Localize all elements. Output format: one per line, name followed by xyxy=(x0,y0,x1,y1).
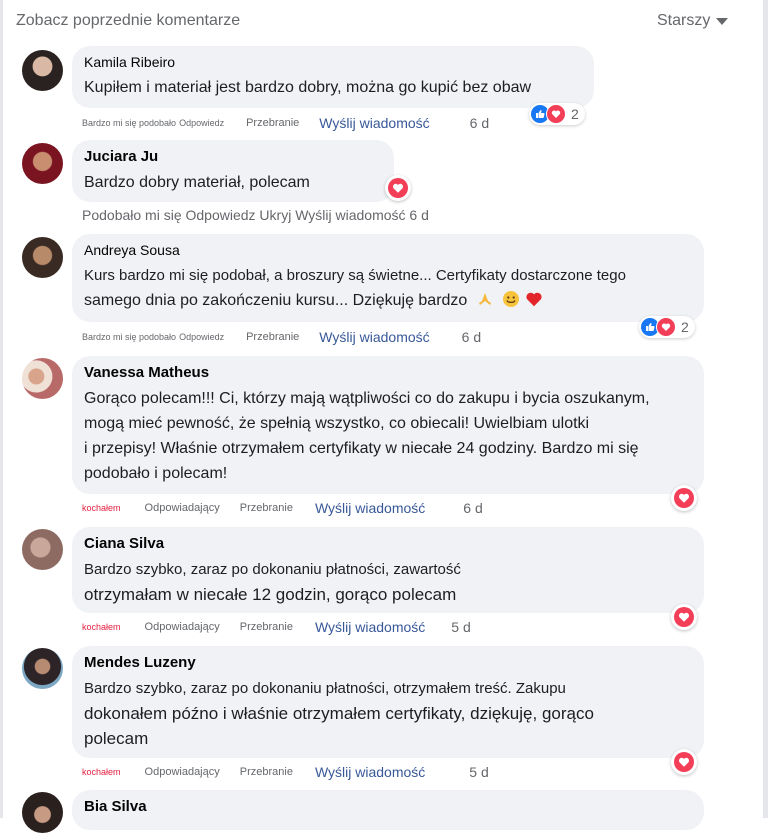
comment-text: mogą mieć pewność, że spełnią wszystko, … xyxy=(84,415,590,432)
comment-author[interactable]: Bia Silva xyxy=(84,798,692,815)
like-action[interactable]: kochałem xyxy=(82,622,121,632)
comment-text: Bardzo dobry materiał, polecam xyxy=(84,174,310,191)
sort-dropdown[interactable]: Starszy xyxy=(657,12,729,30)
reactions-summary[interactable]: 2 xyxy=(639,316,695,338)
reply-action[interactable]: Odpowiedz xyxy=(179,118,224,128)
comment-text: Gorąco polecam!!! Ci, którzy mają wątpli… xyxy=(84,390,650,407)
caret-down-icon xyxy=(716,17,729,25)
comment-text-line-2: samego dnia po zakończeniu kursu... Dzię… xyxy=(84,288,692,313)
comment-bubble: Juciara Ju Bardzo dobry materiał, poleca… xyxy=(72,140,394,202)
red-heart-emoji xyxy=(525,290,543,308)
reactions-summary[interactable] xyxy=(671,485,697,511)
send-message-action[interactable]: Wyślij wiadomość xyxy=(315,619,425,635)
sort-label: Starszy xyxy=(657,12,711,29)
comment-text: podobało i polecam! xyxy=(84,465,228,482)
love-icon xyxy=(388,178,408,198)
reaction-count: 2 xyxy=(571,106,579,122)
comment-bubble: Vanessa Matheus Gorąco polecam!!! Ci, kt… xyxy=(72,356,704,494)
reactions-summary[interactable] xyxy=(385,175,411,201)
smiling-face-emoji xyxy=(502,290,520,308)
like-action[interactable]: Bardzo mi się podobało xyxy=(82,118,176,128)
avatar[interactable] xyxy=(22,529,63,570)
reply-action[interactable]: Odpowiadający xyxy=(145,621,220,633)
love-icon xyxy=(656,317,676,337)
comment-text: Bardzo szybko, zaraz po dokonaniu płatno… xyxy=(84,680,566,697)
reactions-summary[interactable] xyxy=(671,749,697,775)
comment-actions: kochałem Odpowiadający Przebranie Wyślij… xyxy=(82,619,471,635)
timestamp[interactable]: 6 d xyxy=(462,329,481,345)
comment-actions: kochałem Odpowiadający Przebranie Wyślij… xyxy=(82,764,489,780)
send-message-action[interactable]: Wyślij wiadomość xyxy=(319,329,429,345)
avatar[interactable] xyxy=(22,237,63,278)
love-icon xyxy=(546,104,566,124)
timestamp[interactable]: 5 d xyxy=(469,764,488,780)
timestamp[interactable]: 6 d xyxy=(470,115,489,131)
reply-action[interactable]: Odpowiadający xyxy=(145,502,220,514)
love-icon xyxy=(674,752,694,772)
comment-actions: Bardzo mi się podobało Odpowiedz Przebra… xyxy=(82,115,489,131)
window-border-left xyxy=(0,0,3,818)
comment-bubble: Mendes Luzeny Bardzo szybko, zaraz po do… xyxy=(72,646,704,758)
avatar[interactable] xyxy=(22,648,63,689)
translate-action[interactable]: Przebranie xyxy=(240,621,293,633)
avatar[interactable] xyxy=(22,358,63,399)
translate-action[interactable]: Przebranie xyxy=(246,117,299,129)
like-action[interactable]: Bardzo mi się podobało xyxy=(82,332,176,342)
translate-action[interactable]: Przebranie xyxy=(246,331,299,343)
translate-action[interactable]: Przebranie xyxy=(240,766,293,778)
comments-header: Zobacz poprzednie komentarze Starszy xyxy=(0,0,768,44)
comment-author[interactable]: Juciara Ju xyxy=(84,148,382,165)
praying-hands-emoji xyxy=(476,290,494,308)
avatar[interactable] xyxy=(22,50,63,91)
timestamp[interactable]: 5 d xyxy=(451,619,470,635)
reactions-summary[interactable] xyxy=(671,604,697,630)
comment-bubble: Ciana Silva Bardzo szybko, zaraz po doko… xyxy=(72,527,704,613)
like-action[interactable]: kochałem xyxy=(82,503,121,513)
reactions-summary[interactable]: 2 xyxy=(529,103,585,125)
comment-actions-text[interactable]: Podobało mi się Odpowiedz Ukryj Wyślij w… xyxy=(82,207,429,223)
view-previous-comments-link[interactable]: Zobacz poprzednie komentarze xyxy=(16,12,240,30)
comment-author[interactable]: Vanessa Matheus xyxy=(84,364,692,381)
comment-actions: Bardzo mi się podobało Odpowiedz Przebra… xyxy=(82,329,481,345)
comment-author[interactable]: Ciana Silva xyxy=(84,535,692,552)
send-message-action[interactable]: Wyślij wiadomość xyxy=(319,115,429,131)
comment-author[interactable]: Kamila Ribeiro xyxy=(84,54,582,70)
comment-text: polecam xyxy=(84,729,149,748)
comment-actions: kochałem Odpowiadający Przebranie Wyślij… xyxy=(82,500,483,516)
comment-text: otrzymałam w niecałe 12 godzin, gorąco p… xyxy=(84,585,457,604)
translate-action[interactable]: Przebranie xyxy=(240,502,293,514)
comment-actions: Podobało mi się Odpowiedz Ukryj Wyślij w… xyxy=(82,207,429,223)
comment-text: Kupiłem i materiał jest bardzo dobry, mo… xyxy=(84,79,532,96)
comment-author[interactable]: Andreya Sousa xyxy=(84,242,692,258)
comment-bubble: Andreya Sousa Kurs bardzo mi się podobał… xyxy=(72,234,704,322)
comment-text: samego dnia po zakończeniu kursu... Dzię… xyxy=(84,292,468,309)
comment-bubble: Kamila Ribeiro Kupiłem i materiał jest b… xyxy=(72,46,594,108)
send-message-action[interactable]: Wyślij wiadomość xyxy=(315,764,425,780)
comment-text: Bardzo szybko, zaraz po dokonaniu płatno… xyxy=(84,561,461,578)
avatar[interactable] xyxy=(22,792,63,833)
timestamp[interactable]: 6 d xyxy=(463,500,482,516)
love-icon xyxy=(674,607,694,627)
comment-text: i przepisy! Właśnie otrzymałem certyfika… xyxy=(84,440,639,457)
reply-action[interactable]: Odpowiadający xyxy=(145,766,220,778)
avatar[interactable] xyxy=(22,143,63,184)
like-action[interactable]: kochałem xyxy=(82,767,121,777)
comment-text-line: Kurs bardzo mi się podobał, a broszury s… xyxy=(84,267,626,284)
love-icon xyxy=(674,488,694,508)
comment-text: dokonałem późno i właśnie otrzymałem cer… xyxy=(84,704,594,723)
send-message-action[interactable]: Wyślij wiadomość xyxy=(315,500,425,516)
reply-action[interactable]: Odpowiedz xyxy=(179,332,224,342)
reaction-count: 2 xyxy=(681,319,689,335)
window-border-right xyxy=(763,0,768,818)
comment-bubble: Bia Silva xyxy=(72,790,704,830)
comment-author[interactable]: Mendes Luzeny xyxy=(84,654,692,671)
